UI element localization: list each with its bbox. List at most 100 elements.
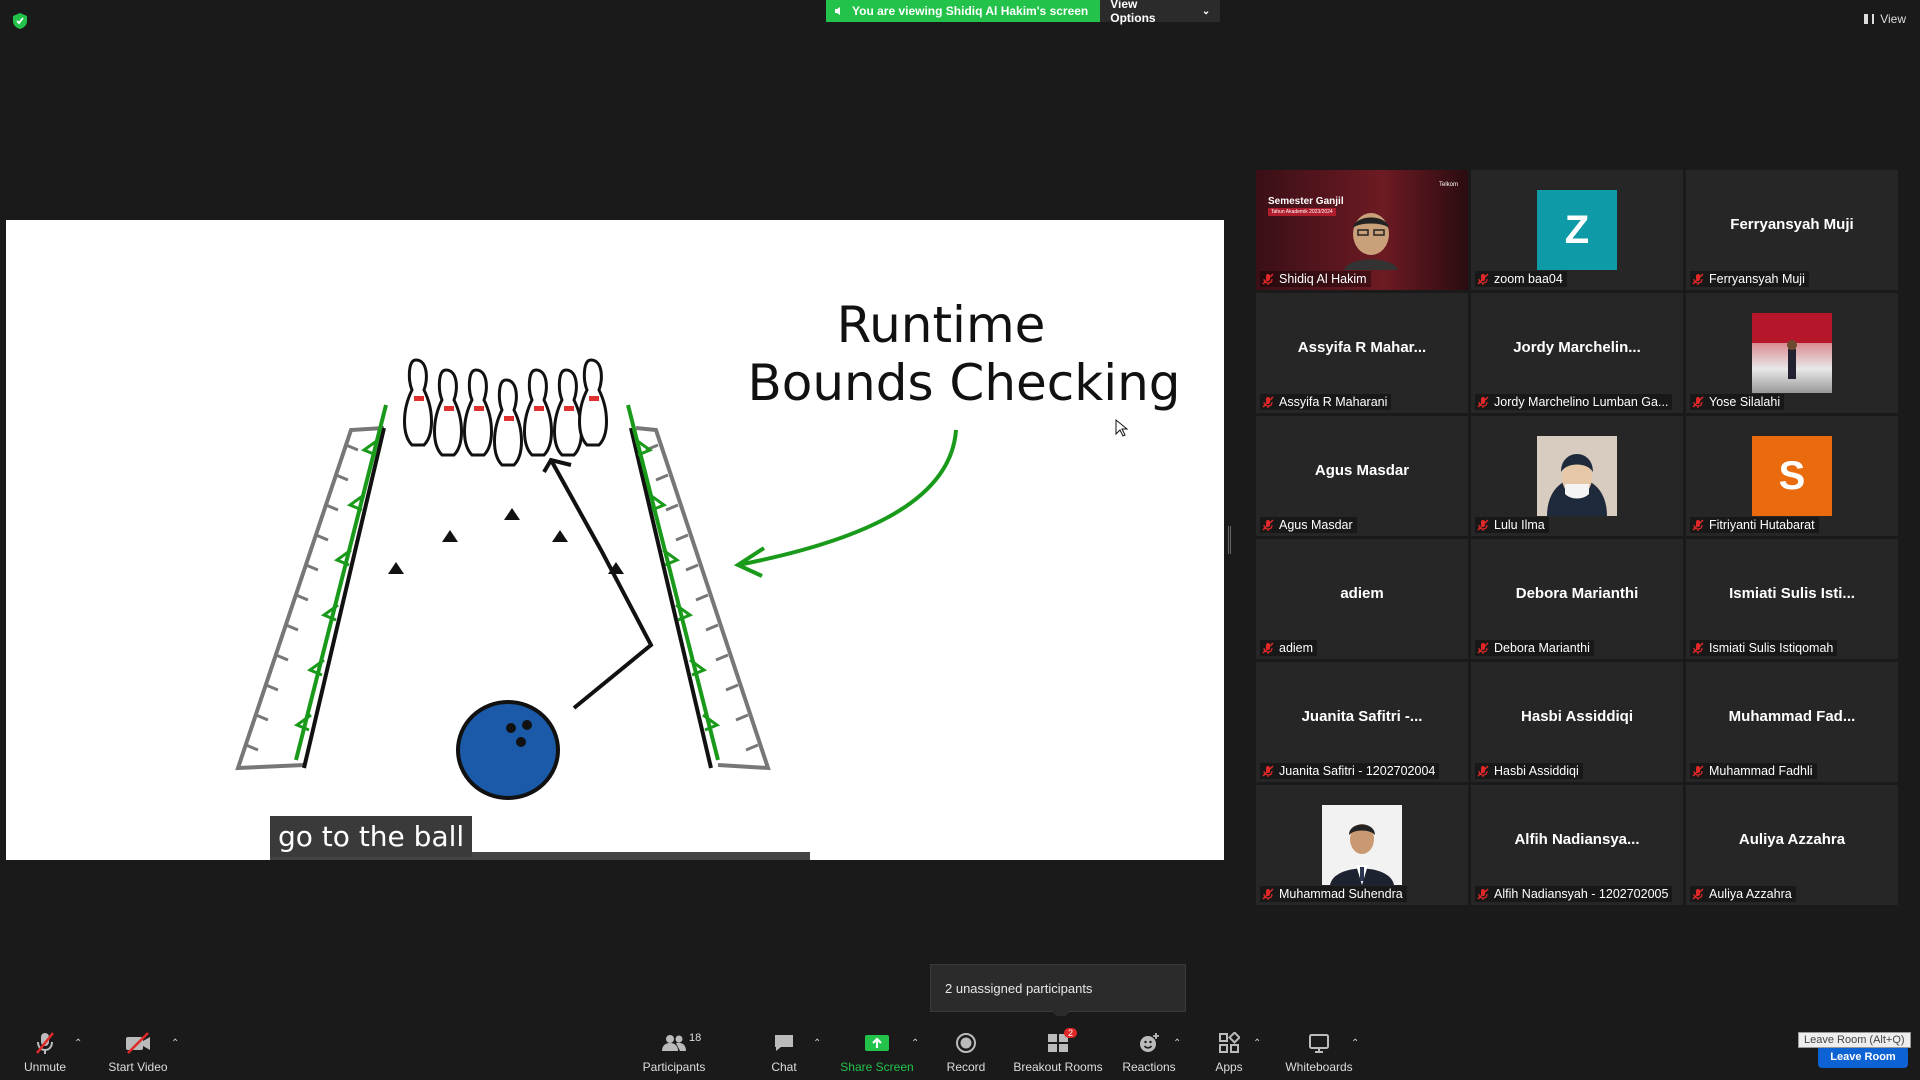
muted-mic-icon — [1692, 396, 1704, 408]
participant-tile[interactable]: Semester Ganjil Tahun Akademik 2023/2024 T… — [1256, 170, 1468, 290]
leave-room-tooltip: Leave Room (Alt+Q) — [1798, 1032, 1911, 1048]
mouse-cursor — [1115, 418, 1129, 437]
apps-options-caret[interactable]: ⌃ — [1253, 1038, 1261, 1049]
lane-arrows — [388, 508, 624, 574]
participant-name: Hasbi Assiddiqi — [1494, 764, 1579, 778]
reactions-label: Reactions — [1122, 1060, 1176, 1074]
muted-mic-icon — [1692, 765, 1704, 777]
participant-display-name: adiem — [1340, 585, 1384, 602]
share-screen-button[interactable]: Share Screen — [827, 1030, 927, 1074]
breakout-rooms-button[interactable]: 2 Breakout Rooms — [1008, 1028, 1108, 1074]
breakout-rooms-label: Breakout Rooms — [1013, 1060, 1103, 1074]
muted-mic-icon — [1692, 642, 1704, 654]
muted-mic-icon — [1477, 642, 1489, 654]
muted-mic-icon — [1262, 888, 1274, 900]
leave-room-button[interactable]: Leave Room — [1818, 1046, 1908, 1068]
participant-tile[interactable]: Muhammad Fad... Muhammad Fadhli — [1686, 662, 1898, 782]
participants-icon: 18 — [661, 1030, 701, 1056]
breakout-badge: 2 — [1063, 1028, 1077, 1038]
muted-mic-icon — [1692, 273, 1704, 285]
participant-tile[interactable]: Ferryansyah Muji Ferryansyah Muji — [1686, 170, 1898, 290]
muted-mic-icon — [1262, 273, 1274, 285]
participant-name: Jordy Marchelino Lumban Ga... — [1494, 395, 1669, 409]
chat-icon — [773, 1030, 795, 1056]
record-button[interactable]: Record — [916, 1030, 1016, 1074]
participant-name: zoom baa04 — [1494, 272, 1563, 286]
participant-tile[interactable]: S Fitriyanti Hutabarat — [1686, 416, 1898, 536]
audio-options-caret[interactable]: ⌃ — [74, 1038, 82, 1049]
participant-name: Shidiq Al Hakim — [1279, 272, 1367, 286]
start-video-button[interactable]: Start Video — [88, 1030, 188, 1074]
chat-options-caret[interactable]: ⌃ — [813, 1038, 821, 1049]
bowling-ball — [456, 700, 560, 800]
ball-path — [549, 459, 654, 710]
live-caption: go to the ball — [270, 816, 473, 857]
participant-name-label: Shidiq Al Hakim — [1260, 271, 1371, 287]
participant-name-label: Muhammad Suhendra — [1260, 886, 1407, 902]
participant-tile[interactable]: Jordy Marchelin... Jordy Marchelino Lumba… — [1471, 293, 1683, 413]
avatar-letter: Z — [1537, 190, 1617, 270]
presenter-slide-title: Semester Ganjil — [1268, 196, 1344, 207]
view-layout-button[interactable]: View — [1864, 12, 1906, 26]
participant-name-label: Ismiati Sulis Istiqomah — [1690, 640, 1838, 656]
chat-button[interactable]: Chat — [734, 1030, 834, 1074]
view-options-label: View Options — [1110, 0, 1156, 25]
slide-drawing: Runtime Bounds Checking — [235, 296, 1181, 800]
participant-display-name: Assyifa R Mahar... — [1297, 339, 1427, 356]
participant-name-label: Hasbi Assiddiqi — [1475, 763, 1583, 779]
participant-name: Juanita Safitri - 1202702004 — [1279, 764, 1436, 778]
participants-count: 18 — [689, 1032, 702, 1044]
apps-button[interactable]: Apps — [1179, 1030, 1279, 1074]
video-options-caret[interactable]: ⌃ — [171, 1038, 179, 1049]
participant-name-label: adiem — [1260, 640, 1318, 656]
share-screen-icon — [864, 1030, 890, 1056]
participant-name-label: Jordy Marchelino Lumban Ga... — [1475, 394, 1673, 410]
whiteboards-options-caret[interactable]: ⌃ — [1351, 1038, 1359, 1049]
participant-name: Muhammad Fadhli — [1709, 764, 1813, 778]
share-screen-label: Share Screen — [840, 1060, 914, 1074]
view-label: View — [1880, 12, 1906, 26]
shared-screen: Runtime Bounds Checking go to the ball — [6, 220, 1224, 860]
participant-tile[interactable]: Auliya Azzahra Auliya Azzahra — [1686, 785, 1898, 905]
participant-name-label: Yose Silalahi — [1690, 394, 1785, 410]
participant-tile[interactable]: Yose Silalahi — [1686, 293, 1898, 413]
muted-mic-icon — [1262, 396, 1274, 408]
participant-tile[interactable]: Assyifa R Mahar... Assyifa R Maharani — [1256, 293, 1468, 413]
viewing-banner: You are viewing Shidiq Al Hakim's screen… — [826, 0, 1221, 25]
panel-splitter[interactable] — [1228, 526, 1231, 554]
participant-tile[interactable]: adiem adiem — [1256, 539, 1468, 659]
security-shield-icon[interactable] — [12, 12, 28, 30]
presenter-slide-subtitle: Tahun Akademik 2023/2024 — [1268, 208, 1336, 216]
ball-hole — [522, 720, 532, 730]
participant-name-label: Alfih Nadiansyah - 1202702005 — [1475, 886, 1673, 902]
participant-display-name: Auliya Azzahra — [1738, 831, 1846, 848]
participant-name: Ismiati Sulis Istiqomah — [1709, 641, 1834, 655]
participant-tile[interactable]: Zzoom baa04 — [1471, 170, 1683, 290]
unmute-button[interactable]: Unmute — [0, 1030, 95, 1074]
participant-tile[interactable]: Juanita Safitri -... Juanita Safitri - 12… — [1256, 662, 1468, 782]
participant-tile[interactable]: Ismiati Sulis Isti... Ismiati Sulis Istiq… — [1686, 539, 1898, 659]
participant-tile[interactable]: Lulu Ilma — [1471, 416, 1683, 536]
participant-tile[interactable]: Debora Marianthi Debora Marianthi — [1471, 539, 1683, 659]
unmute-label: Unmute — [23, 1060, 67, 1074]
unassigned-participants-popup[interactable]: 2 unassigned participants — [930, 964, 1186, 1012]
view-options-button[interactable]: View Options ⌄ — [1100, 0, 1221, 25]
participant-display-name: Muhammad Fad... — [1728, 708, 1856, 725]
participant-tile[interactable]: Agus Masdar Agus Masdar — [1256, 416, 1468, 536]
left-gutter-hatch — [245, 443, 359, 752]
participant-name-label: zoom baa04 — [1475, 271, 1567, 287]
participant-name: Yose Silalahi — [1709, 395, 1781, 409]
whiteboards-button[interactable]: Whiteboards — [1269, 1030, 1369, 1074]
participant-name-label: Assyifa R Maharani — [1260, 394, 1392, 410]
speaker-icon — [835, 7, 840, 15]
participant-name: Assyifa R Maharani — [1279, 395, 1388, 409]
participant-name: Alfih Nadiansyah - 1202702005 — [1494, 887, 1669, 901]
participant-tile[interactable]: Alfih Nadiansya... Alfih Nadiansyah - 120… — [1471, 785, 1683, 905]
participant-tile[interactable]: Hasbi Assiddiqi Hasbi Assiddiqi — [1471, 662, 1683, 782]
whiteboard-icon — [1308, 1030, 1330, 1056]
participant-name-label: Debora Marianthi — [1475, 640, 1594, 656]
participant-tile[interactable]: Muhammad Suhendra — [1256, 785, 1468, 905]
participants-button[interactable]: 18 Participants — [624, 1030, 724, 1074]
participant-name-label: Muhammad Fadhli — [1690, 763, 1817, 779]
ball-hole — [516, 737, 526, 747]
